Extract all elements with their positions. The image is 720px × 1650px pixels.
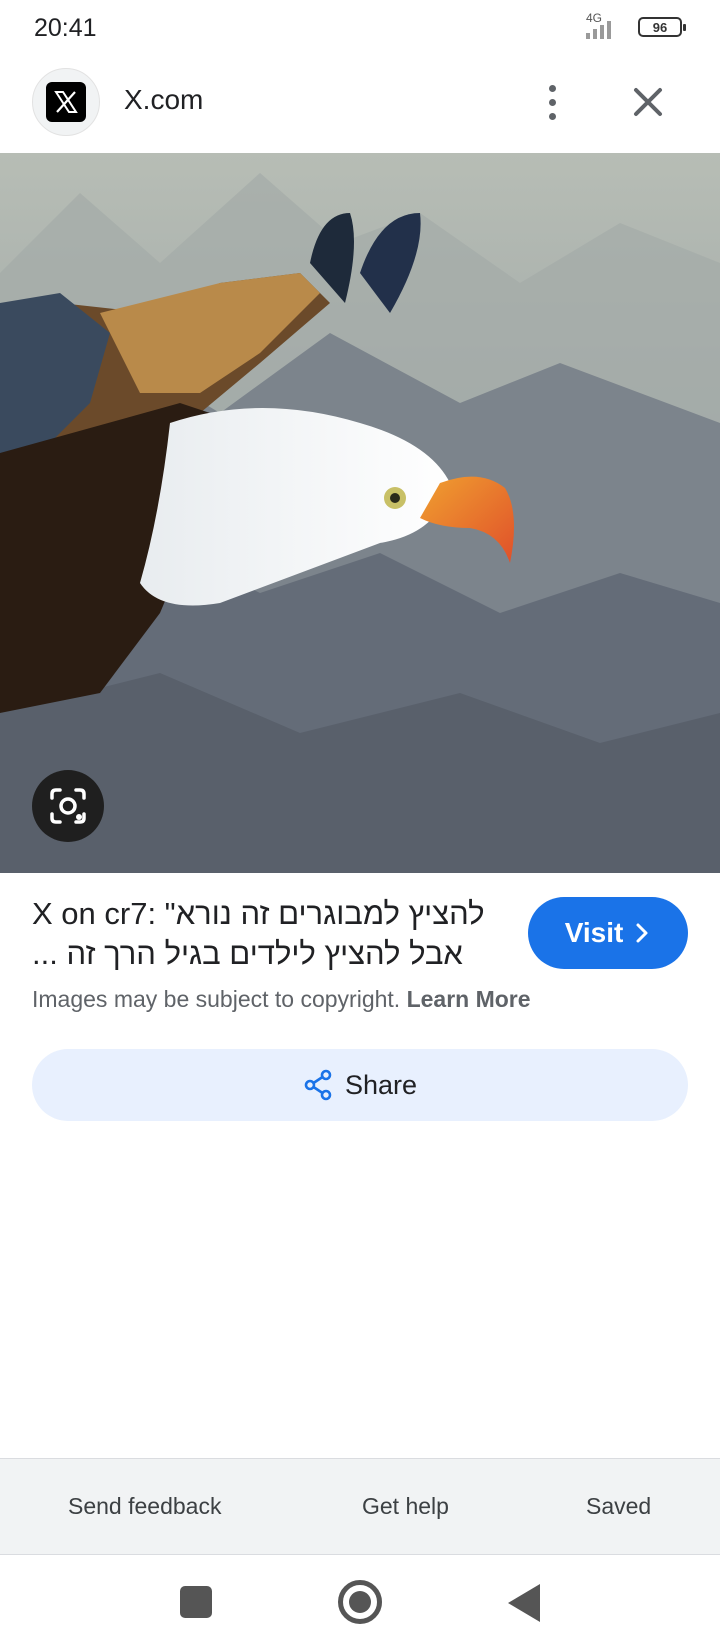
- battery-level: 96: [652, 19, 668, 35]
- visit-button[interactable]: Visit: [528, 897, 688, 969]
- share-label: Share: [344, 1069, 418, 1100]
- get-help-link[interactable]: Get help: [362, 1493, 449, 1520]
- result-title-line1: X on cr7: "להציץ למבוגרים זה נורא: [32, 896, 485, 931]
- recents-icon[interactable]: [180, 1586, 212, 1618]
- more-vert-icon: [548, 84, 556, 92]
- close-button[interactable]: [626, 80, 670, 124]
- bald-eagle-photo: [0, 153, 720, 873]
- status-bar: 20:41 4G 96: [0, 0, 720, 56]
- x-logo-icon: [46, 82, 86, 122]
- share-button[interactable]: Share: [32, 1049, 688, 1121]
- share-icon: [304, 1069, 332, 1101]
- status-icons: 4G 96: [584, 11, 686, 42]
- result-title-line2: אבל להציץ לילדים בגיל הרך זה ...: [32, 936, 463, 971]
- back-icon[interactable]: [508, 1584, 540, 1622]
- chevron-right-icon: [636, 923, 648, 943]
- copyright-notice: Images may be subject to copyright. Lear…: [32, 986, 531, 1013]
- footer-bar: Send feedback Get help Saved: [0, 1458, 720, 1555]
- result-title[interactable]: X on cr7: "להציץ למבוגרים זה נורא אבל לה…: [32, 894, 502, 974]
- more-options-button[interactable]: [532, 78, 572, 126]
- result-image[interactable]: [0, 153, 720, 873]
- google-lens-icon: [50, 788, 86, 824]
- battery-icon: 96: [638, 17, 686, 37]
- lens-button[interactable]: [32, 770, 104, 842]
- send-feedback-link[interactable]: Send feedback: [68, 1493, 221, 1520]
- close-icon: [634, 88, 662, 116]
- home-icon[interactable]: [338, 1580, 382, 1624]
- status-time: 20:41: [34, 14, 97, 42]
- site-favicon[interactable]: [32, 68, 100, 136]
- site-name[interactable]: X.com: [124, 84, 203, 116]
- copyright-text: Images may be subject to copyright.: [32, 986, 401, 1012]
- signal-icon: 4G: [584, 11, 628, 41]
- saved-link[interactable]: Saved: [586, 1493, 651, 1520]
- system-nav-bar: [0, 1556, 720, 1650]
- visit-label: Visit: [564, 917, 624, 948]
- learn-more-link[interactable]: Learn More: [407, 986, 531, 1012]
- viewer-header: X.com: [0, 60, 720, 152]
